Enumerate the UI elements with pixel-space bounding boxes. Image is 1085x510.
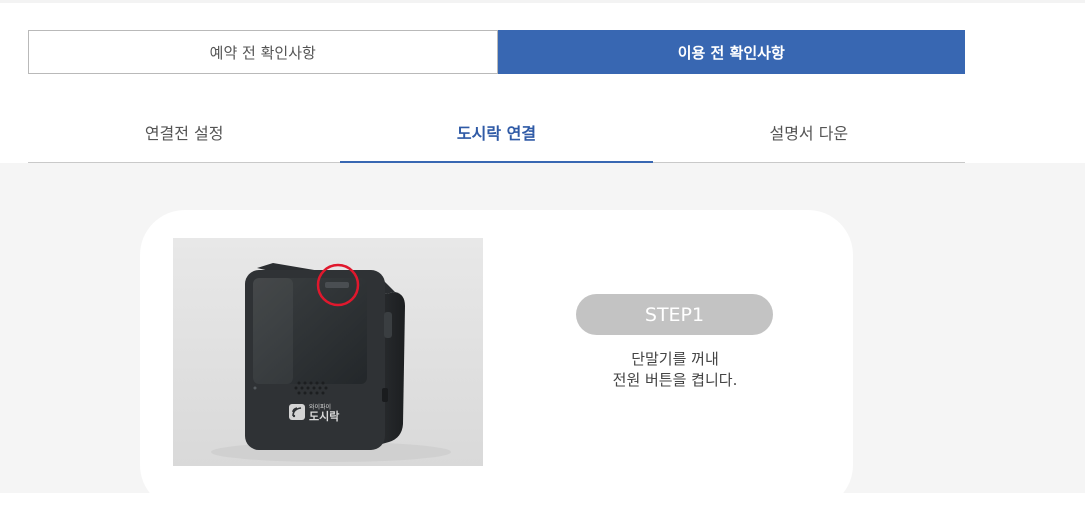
device-photo: 와이파이 도시락: [173, 238, 483, 466]
subtab-manual-download[interactable]: 설명서 다운: [653, 103, 965, 162]
main-tab-bar: 예약 전 확인사항 이용 전 확인사항: [28, 30, 965, 74]
subtab-dosirak-connection[interactable]: 도시락 연결: [340, 103, 653, 163]
top-divider: [0, 0, 1085, 3]
step-description-line-1: 단말기를 꺼내: [631, 350, 719, 368]
tab-before-use[interactable]: 이용 전 확인사항: [497, 30, 965, 74]
step-description: 단말기를 꺼내 전원 버튼을 켭니다.: [575, 349, 775, 391]
tab-before-reservation[interactable]: 예약 전 확인사항: [28, 30, 498, 74]
subtab-pre-connection-setup[interactable]: 연결전 설정: [28, 103, 340, 162]
device-brand-label: 와이파이 도시락: [309, 404, 340, 423]
sub-tab-bar: 연결전 설정 도시락 연결 설명서 다운: [28, 103, 965, 163]
step-description-line-2: 전원 버튼을 켭니다.: [612, 371, 738, 389]
step-badge: STEP1: [576, 294, 773, 335]
